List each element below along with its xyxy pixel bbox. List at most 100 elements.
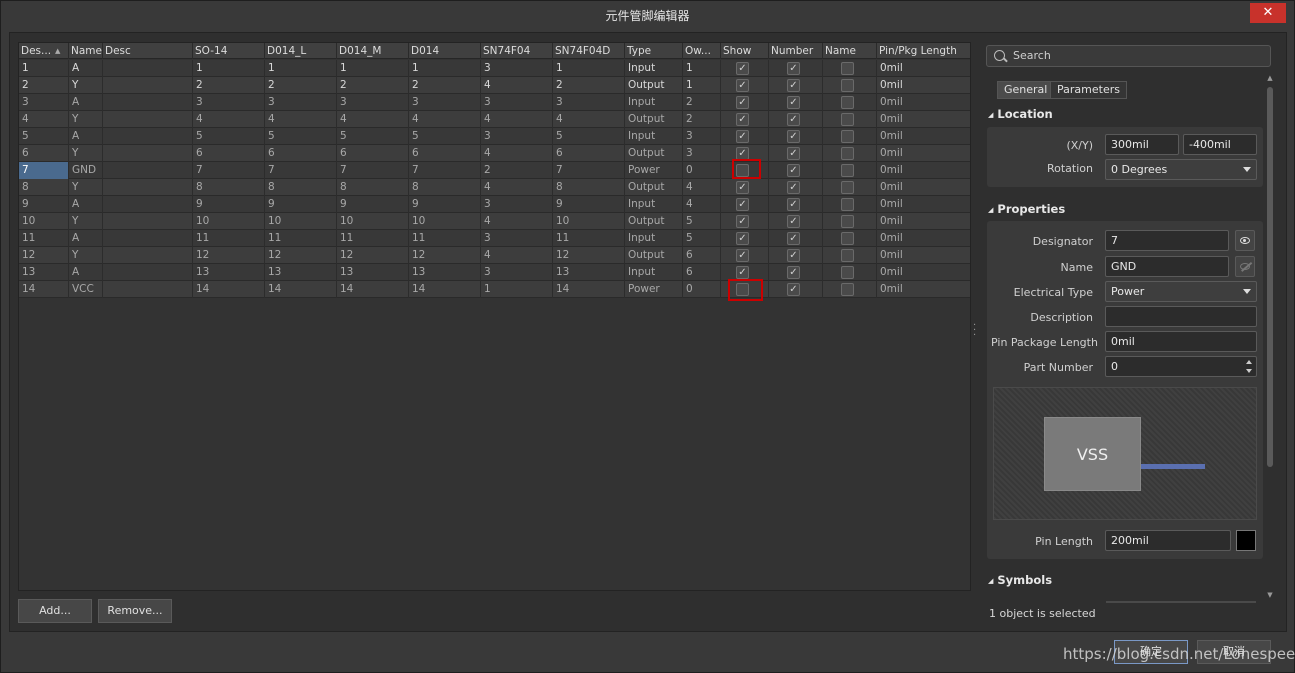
checkbox-cell-number[interactable]: ✓ bbox=[769, 213, 823, 230]
cell-sn74f04d[interactable]: 12 bbox=[553, 247, 625, 264]
cell-d014l[interactable]: 8 bbox=[265, 179, 337, 196]
part-number-stepper[interactable]: 0 bbox=[1105, 356, 1257, 377]
checkbox-cell-show[interactable]: ✓ bbox=[721, 179, 769, 196]
cell-so14[interactable]: 14 bbox=[193, 281, 265, 298]
checkbox-cell-pname[interactable] bbox=[823, 162, 877, 179]
checkbox-cell-pname[interactable] bbox=[823, 77, 877, 94]
checked-checkbox[interactable]: ✓ bbox=[736, 62, 749, 75]
cell-des[interactable]: 11 bbox=[19, 230, 69, 247]
cell-type[interactable]: Input bbox=[625, 196, 683, 213]
cell-name[interactable]: GND bbox=[69, 162, 103, 179]
close-button[interactable]: ✕ bbox=[1250, 3, 1286, 23]
cell-d014m[interactable]: 4 bbox=[337, 111, 409, 128]
cell-len[interactable]: 0mil bbox=[877, 94, 970, 111]
checkbox-cell-show[interactable]: ✓ bbox=[721, 213, 769, 230]
cell-len[interactable]: 0mil bbox=[877, 247, 970, 264]
cell-des[interactable]: 2 bbox=[19, 77, 69, 94]
checked-checkbox[interactable]: ✓ bbox=[736, 215, 749, 228]
cell-type[interactable]: Output bbox=[625, 247, 683, 264]
rotation-dropdown[interactable]: 0 Degrees bbox=[1105, 159, 1257, 180]
cell-d014m[interactable]: 2 bbox=[337, 77, 409, 94]
cell-d014m[interactable]: 14 bbox=[337, 281, 409, 298]
table-row[interactable]: 1 A 1 1 1 1 3 1 Input 1 ✓ ✓ 0mil bbox=[19, 60, 970, 77]
tab-general[interactable]: General bbox=[997, 81, 1055, 99]
table-row[interactable]: 13 A 13 13 13 13 3 13 Input 6 ✓ ✓ 0mil bbox=[19, 264, 970, 281]
checkbox-cell-number[interactable]: ✓ bbox=[769, 230, 823, 247]
cell-name[interactable]: A bbox=[69, 94, 103, 111]
cell-sn74f04[interactable]: 4 bbox=[481, 145, 553, 162]
cell-d014l[interactable]: 7 bbox=[265, 162, 337, 179]
spin-down-icon[interactable] bbox=[1246, 369, 1252, 373]
checkbox-cell-number[interactable]: ✓ bbox=[769, 145, 823, 162]
table-row[interactable]: 10 Y 10 10 10 10 4 10 Output 5 ✓ ✓ 0mil bbox=[19, 213, 970, 230]
cell-name[interactable]: VCC bbox=[69, 281, 103, 298]
cell-des[interactable]: 7 bbox=[19, 162, 69, 179]
cell-owner[interactable]: 1 bbox=[683, 60, 721, 77]
checked-checkbox[interactable]: ✓ bbox=[736, 198, 749, 211]
checkbox-cell-pname[interactable] bbox=[823, 230, 877, 247]
cell-type[interactable]: Input bbox=[625, 60, 683, 77]
cell-name[interactable]: Y bbox=[69, 247, 103, 264]
cell-owner[interactable]: 4 bbox=[683, 179, 721, 196]
checkbox-cell-show[interactable] bbox=[721, 281, 769, 298]
add-button[interactable]: Add... bbox=[18, 599, 92, 623]
cell-owner[interactable]: 4 bbox=[683, 196, 721, 213]
cell-owner[interactable]: 0 bbox=[683, 162, 721, 179]
scroll-down-icon[interactable]: ▼ bbox=[1266, 592, 1274, 599]
table-row[interactable]: 12 Y 12 12 12 12 4 12 Output 6 ✓ ✓ 0mil bbox=[19, 247, 970, 264]
cell-d014l[interactable]: 4 bbox=[265, 111, 337, 128]
cell-d014[interactable]: 2 bbox=[409, 77, 481, 94]
checkbox-cell-pname[interactable] bbox=[823, 94, 877, 111]
cell-d014l[interactable]: 13 bbox=[265, 264, 337, 281]
cell-sn74f04d[interactable]: 3 bbox=[553, 94, 625, 111]
cell-sn74f04[interactable]: 3 bbox=[481, 196, 553, 213]
scroll-up-icon[interactable]: ▲ bbox=[1266, 75, 1274, 82]
cell-sn74f04[interactable]: 3 bbox=[481, 60, 553, 77]
unchecked-checkbox[interactable] bbox=[841, 79, 854, 92]
checkbox-cell-pname[interactable] bbox=[823, 111, 877, 128]
cell-name[interactable]: A bbox=[69, 60, 103, 77]
checked-checkbox[interactable]: ✓ bbox=[736, 232, 749, 245]
cell-d014[interactable]: 6 bbox=[409, 145, 481, 162]
cell-name[interactable]: A bbox=[69, 196, 103, 213]
cell-len[interactable]: 0mil bbox=[877, 77, 970, 94]
cell-owner[interactable]: 2 bbox=[683, 94, 721, 111]
cell-des[interactable]: 6 bbox=[19, 145, 69, 162]
cell-so14[interactable]: 9 bbox=[193, 196, 265, 213]
cell-owner[interactable]: 5 bbox=[683, 213, 721, 230]
checkbox-cell-number[interactable]: ✓ bbox=[769, 77, 823, 94]
properties-scrollbar-thumb[interactable] bbox=[1267, 87, 1273, 467]
unchecked-checkbox[interactable] bbox=[841, 232, 854, 245]
checked-checkbox[interactable]: ✓ bbox=[787, 215, 800, 228]
search-input[interactable]: Search bbox=[986, 45, 1271, 67]
unchecked-checkbox[interactable] bbox=[841, 283, 854, 296]
cell-des[interactable]: 12 bbox=[19, 247, 69, 264]
cell-d014l[interactable]: 9 bbox=[265, 196, 337, 213]
checkbox-cell-number[interactable]: ✓ bbox=[769, 111, 823, 128]
cell-name[interactable]: Y bbox=[69, 77, 103, 94]
checkbox-cell-number[interactable]: ✓ bbox=[769, 281, 823, 298]
cell-desc[interactable] bbox=[103, 60, 193, 77]
unchecked-checkbox[interactable] bbox=[841, 147, 854, 160]
table-row[interactable]: 7 GND 7 7 7 7 2 7 Power 0 ✓ 0mil bbox=[19, 162, 970, 179]
cell-d014l[interactable]: 12 bbox=[265, 247, 337, 264]
pane-splitter-handle[interactable]: · · · bbox=[973, 321, 977, 341]
cell-len[interactable]: 0mil bbox=[877, 264, 970, 281]
table-row[interactable]: 8 Y 8 8 8 8 4 8 Output 4 ✓ ✓ 0mil bbox=[19, 179, 970, 196]
cell-des[interactable]: 4 bbox=[19, 111, 69, 128]
checked-checkbox[interactable]: ✓ bbox=[736, 181, 749, 194]
checked-checkbox[interactable]: ✓ bbox=[787, 79, 800, 92]
checkbox-cell-show[interactable]: ✓ bbox=[721, 60, 769, 77]
cell-type[interactable]: Power bbox=[625, 162, 683, 179]
checkbox-cell-pname[interactable] bbox=[823, 60, 877, 77]
tab-parameters[interactable]: Parameters bbox=[1050, 81, 1127, 99]
cell-desc[interactable] bbox=[103, 128, 193, 145]
cell-desc[interactable] bbox=[103, 77, 193, 94]
cell-d014[interactable]: 3 bbox=[409, 94, 481, 111]
cell-owner[interactable]: 6 bbox=[683, 264, 721, 281]
checkbox-cell-number[interactable]: ✓ bbox=[769, 128, 823, 145]
symbols-section-header[interactable]: ◢ Symbols bbox=[988, 573, 1052, 587]
cell-sn74f04[interactable]: 3 bbox=[481, 128, 553, 145]
column-header[interactable]: D014_L bbox=[265, 43, 337, 59]
checkbox-cell-number[interactable]: ✓ bbox=[769, 94, 823, 111]
